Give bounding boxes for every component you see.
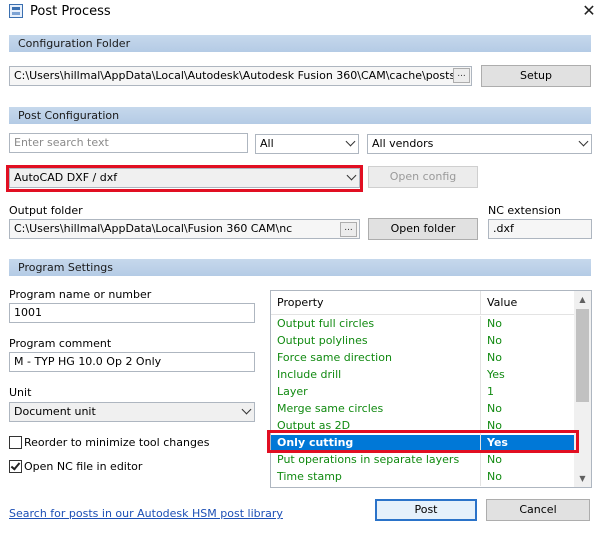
chevron-down-icon	[241, 404, 252, 415]
vertical-scrollbar[interactable]: ▲ ▼	[574, 291, 591, 487]
property-name: Layer	[277, 385, 308, 398]
property-grid[interactable]: Property Value Output full circles No Outp…	[270, 290, 592, 488]
nc-extension-label: NC extension	[488, 204, 562, 217]
property-name: Output full circles	[277, 317, 375, 330]
row-divider	[480, 452, 481, 469]
property-name: Include drill	[277, 368, 342, 381]
property-value[interactable]: 1	[487, 385, 494, 398]
property-row[interactable]: Merge same circles No	[271, 401, 574, 418]
property-value[interactable]: No	[487, 470, 502, 483]
nc-extension-field[interactable]: .dxf	[488, 219, 592, 239]
property-row[interactable]: Layer 1	[271, 384, 574, 401]
window-title: Post Process	[30, 4, 111, 19]
reorder-label: Reorder to minimize tool changes	[24, 436, 210, 449]
scroll-down-icon[interactable]: ▼	[574, 470, 591, 487]
open-nc-label: Open NC file in editor	[24, 460, 143, 473]
program-comment-input[interactable]: M - TYP HG 10.0 Op 2 Only	[9, 352, 255, 372]
open-config-button[interactable]: Open config	[368, 166, 478, 188]
post-filter-value: All	[260, 137, 274, 150]
property-row[interactable]: Include drill Yes	[271, 367, 574, 384]
output-folder-browse-button[interactable]: ...	[340, 222, 357, 237]
config-folder-browse-button[interactable]: ...	[453, 68, 470, 83]
post-filter-select[interactable]: All	[255, 134, 359, 154]
row-divider	[480, 316, 481, 333]
property-row[interactable]: Output polylines No	[271, 333, 574, 350]
row-divider	[480, 469, 481, 486]
vendor-filter-select[interactable]: All vendors	[367, 134, 592, 154]
cancel-button[interactable]: Cancel	[486, 499, 590, 521]
open-folder-button[interactable]: Open folder	[368, 218, 478, 240]
post-processor-select[interactable]: AutoCAD DXF / dxf	[9, 168, 360, 188]
vendor-filter-value: All vendors	[372, 137, 434, 150]
row-divider	[480, 384, 481, 401]
value-column-header[interactable]: Value	[487, 296, 517, 309]
property-name: Time stamp	[277, 470, 342, 483]
property-row[interactable]: Put operations in separate layers No	[271, 452, 574, 469]
property-name: Force same direction	[277, 351, 392, 364]
post-configuration-header: Post Configuration	[9, 107, 591, 124]
property-name: Output polylines	[277, 334, 368, 347]
property-name: Put operations in separate layers	[277, 453, 460, 466]
property-value[interactable]: Yes	[487, 368, 505, 381]
chevron-down-icon	[578, 136, 589, 147]
program-comment-label: Program comment	[9, 337, 112, 350]
unit-select[interactable]: Document unit	[9, 402, 255, 422]
scroll-thumb[interactable]	[576, 309, 589, 402]
post-library-link[interactable]: Search for posts in our Autodesk HSM pos…	[9, 507, 283, 520]
reorder-checkbox[interactable]	[9, 436, 22, 449]
chevron-down-icon	[346, 170, 357, 181]
row-divider	[480, 350, 481, 367]
program-name-input[interactable]: 1001	[9, 303, 255, 323]
unit-label: Unit	[9, 386, 32, 399]
property-column-header[interactable]: Property	[277, 296, 324, 309]
property-value[interactable]: No	[487, 334, 502, 347]
configuration-folder-header: Configuration Folder	[9, 35, 591, 52]
row-divider	[480, 367, 481, 384]
property-row[interactable]: Force same direction No	[271, 350, 574, 367]
setup-button[interactable]: Setup	[481, 65, 591, 87]
property-value[interactable]: No	[487, 317, 502, 330]
row-divider	[480, 333, 481, 350]
selected-row-highlight	[267, 430, 579, 453]
property-value[interactable]: No	[487, 402, 502, 415]
output-folder-path[interactable]: C:\Users\hillmal\AppData\Local\Fusion 36…	[9, 219, 360, 239]
property-value[interactable]: No	[487, 351, 502, 364]
post-button[interactable]: Post	[375, 499, 477, 521]
chevron-down-icon	[345, 136, 356, 147]
property-row[interactable]: Time stamp No	[271, 469, 574, 486]
unit-value: Document unit	[14, 405, 96, 418]
close-icon[interactable]: ✕	[578, 1, 600, 21]
property-row[interactable]: Output full circles No	[271, 316, 574, 333]
open-nc-checkbox[interactable]	[9, 460, 22, 473]
checkmark-icon	[10, 460, 21, 471]
program-name-label: Program name or number	[9, 288, 152, 301]
post-process-icon	[9, 4, 23, 18]
scroll-up-icon[interactable]: ▲	[574, 291, 591, 308]
config-folder-path[interactable]: C:\Users\hillmal\AppData\Local\Autodesk\…	[9, 66, 472, 86]
post-processor-value: AutoCAD DXF / dxf	[14, 171, 118, 184]
property-value[interactable]: No	[487, 453, 502, 466]
column-divider[interactable]	[480, 291, 481, 315]
output-folder-label: Output folder	[9, 204, 83, 217]
program-settings-header: Program Settings	[9, 259, 591, 276]
property-name: Merge same circles	[277, 402, 384, 415]
search-placeholder: Enter search text	[14, 136, 109, 149]
grid-header: Property Value	[271, 291, 574, 315]
post-search-input[interactable]: Enter search text	[9, 133, 248, 153]
row-divider	[480, 401, 481, 418]
